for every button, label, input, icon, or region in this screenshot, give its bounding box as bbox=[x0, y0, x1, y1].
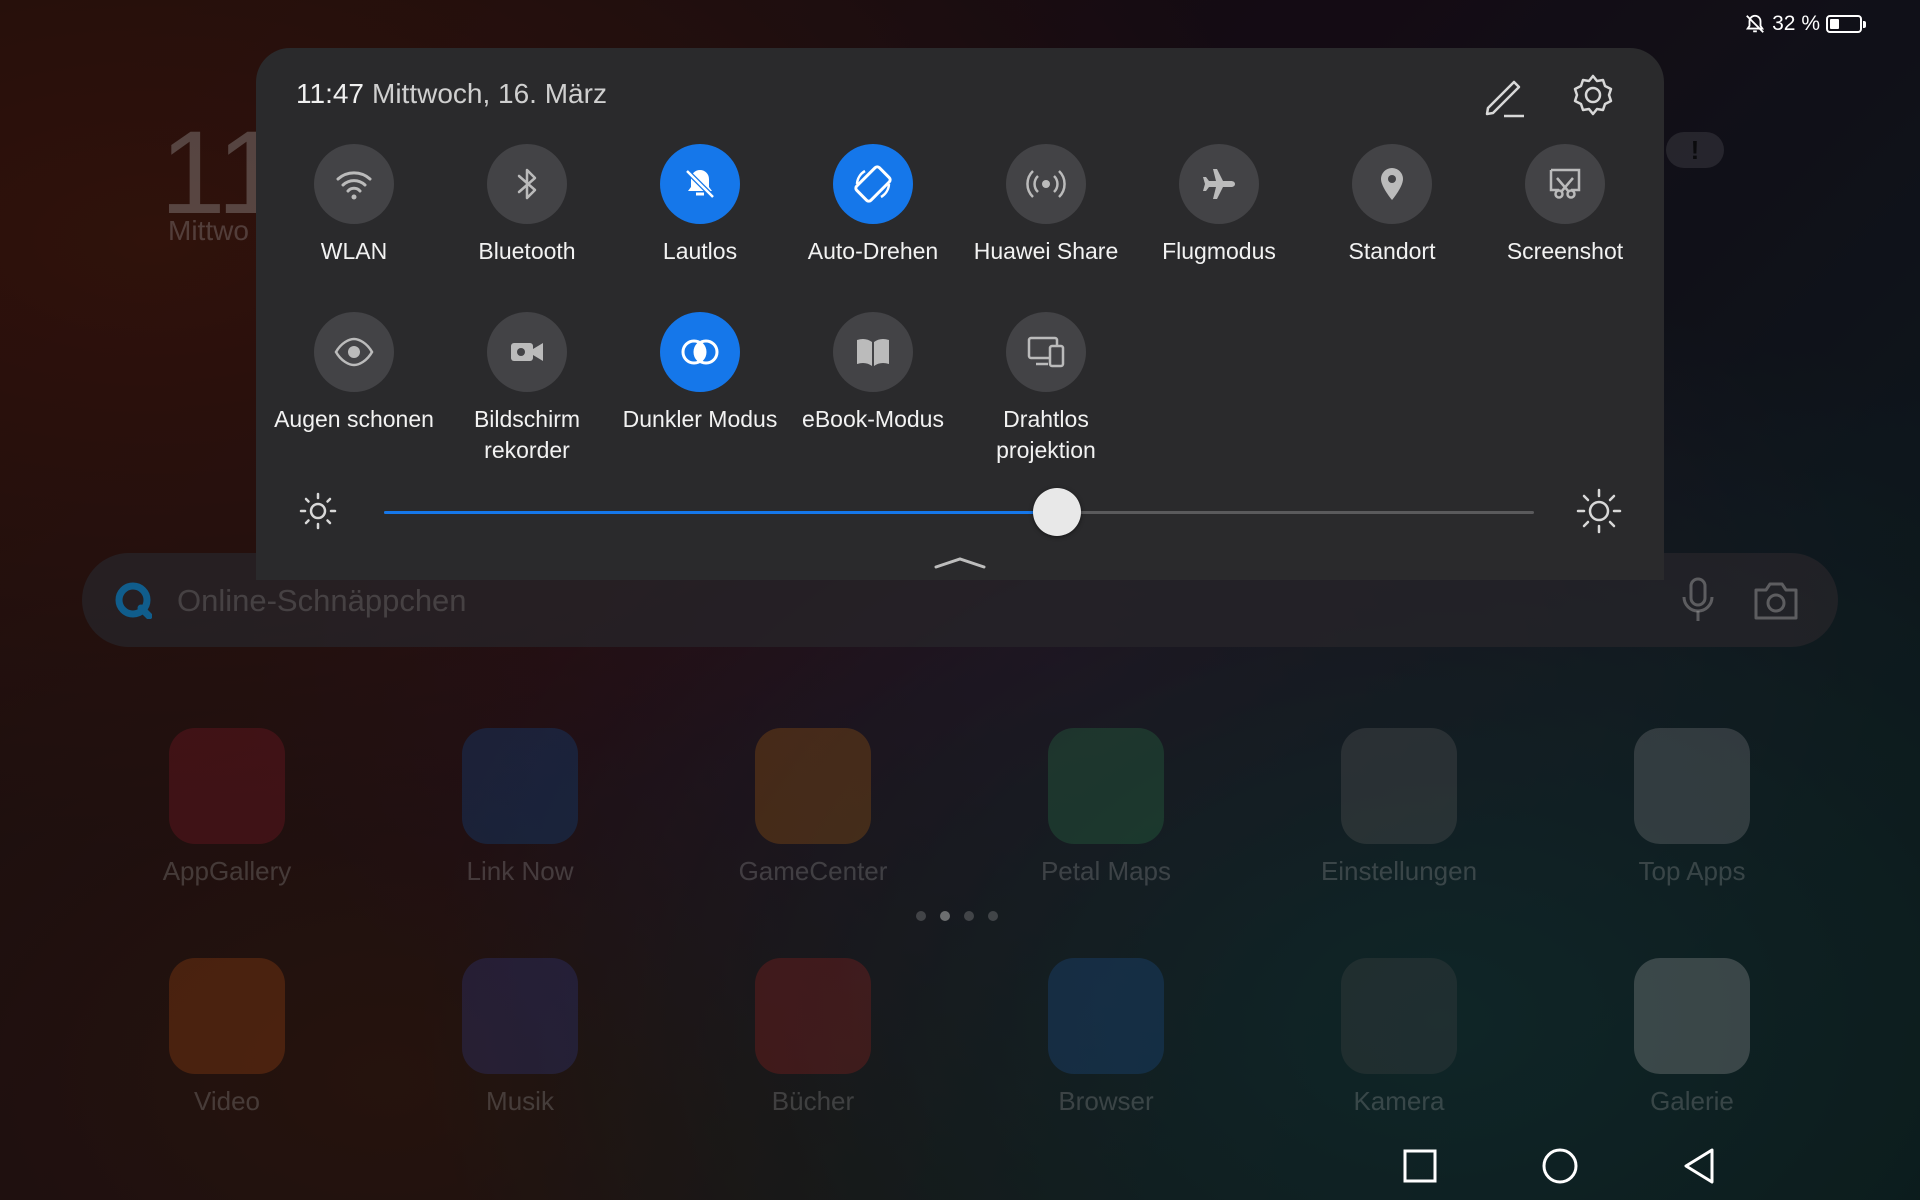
tile-screen-recorder[interactable]: Bildschirm rekorder bbox=[441, 312, 613, 466]
bluetooth-icon[interactable] bbox=[487, 144, 567, 224]
quick-settings-panel: 11:47 Mittwoch, 16. März WLAN Bluetooth Lau… bbox=[256, 48, 1664, 580]
tile-screenshot[interactable]: Screenshot bbox=[1479, 144, 1651, 267]
tile-label: Auto-Drehen bbox=[807, 238, 939, 264]
tile-label: Dunkler Modus bbox=[622, 406, 778, 432]
huawei-share-icon[interactable] bbox=[1006, 144, 1086, 224]
back-triangle-icon[interactable] bbox=[1678, 1144, 1722, 1188]
tile-label: Bluetooth bbox=[478, 238, 576, 264]
tile-wireless-projection[interactable]: Drahtlos projektion bbox=[960, 312, 1132, 466]
tile-label: Flugmodus bbox=[1162, 238, 1276, 264]
tile-label: Huawei Share bbox=[973, 238, 1119, 264]
wireless-projection-icon[interactable] bbox=[1006, 312, 1086, 392]
status-bar: 32 % bbox=[1744, 12, 1866, 36]
tile-label: eBook-Modus bbox=[802, 406, 944, 432]
tile-wifi[interactable]: WLAN bbox=[268, 144, 440, 267]
tile-bluetooth[interactable]: Bluetooth bbox=[441, 144, 613, 267]
brightness-slider-fill bbox=[384, 511, 1057, 514]
tile-label: Screenshot bbox=[1506, 238, 1624, 264]
brightness-slider-thumb[interactable] bbox=[1032, 488, 1081, 536]
tile-dark-mode[interactable]: Dunkler Modus bbox=[614, 312, 786, 435]
tile-bell-off[interactable]: Lautlos bbox=[614, 144, 786, 267]
tile-eye[interactable]: Augen schonen bbox=[268, 312, 440, 435]
panel-time: 11:47 bbox=[296, 78, 364, 109]
airplane-icon[interactable] bbox=[1179, 144, 1259, 224]
screenshot-icon[interactable] bbox=[1525, 144, 1605, 224]
tile-airplane[interactable]: Flugmodus bbox=[1133, 144, 1305, 267]
tile-label: Lautlos bbox=[662, 238, 738, 264]
recents-square-icon[interactable] bbox=[1398, 1144, 1442, 1188]
brightness-high-icon bbox=[1576, 488, 1622, 534]
bell-off-icon bbox=[1746, 14, 1765, 33]
brightness-low-icon bbox=[299, 492, 337, 530]
tile-label: Augen schonen bbox=[274, 406, 434, 432]
panel-datetime: 11:47 Mittwoch, 16. März bbox=[296, 78, 607, 110]
dark-mode-icon[interactable] bbox=[660, 312, 740, 392]
tile-huawei-share[interactable]: Huawei Share bbox=[960, 144, 1132, 267]
bell-off-icon[interactable] bbox=[660, 144, 740, 224]
ebook-icon[interactable] bbox=[833, 312, 913, 392]
brightness-slider[interactable] bbox=[384, 488, 1534, 536]
settings-gear-icon[interactable] bbox=[1570, 72, 1616, 118]
tile-label: WLAN bbox=[320, 238, 388, 264]
home-circle-icon[interactable] bbox=[1538, 1144, 1582, 1188]
screen-recorder-icon[interactable] bbox=[487, 312, 567, 392]
tile-label: Bildschirm rekorder bbox=[473, 406, 581, 463]
auto-rotate-icon[interactable] bbox=[833, 144, 913, 224]
eye-icon[interactable] bbox=[314, 312, 394, 392]
tile-auto-rotate[interactable]: Auto-Drehen bbox=[787, 144, 959, 267]
collapse-handle-icon[interactable] bbox=[934, 556, 986, 570]
edit-pencil-icon[interactable] bbox=[1482, 72, 1526, 118]
tile-ebook[interactable]: eBook-Modus bbox=[787, 312, 959, 435]
battery-icon bbox=[1826, 15, 1866, 33]
panel-date: Mittwoch, 16. März bbox=[372, 78, 607, 109]
tile-label: Standort bbox=[1348, 238, 1436, 264]
location-pin-icon[interactable] bbox=[1352, 144, 1432, 224]
wifi-icon[interactable] bbox=[314, 144, 394, 224]
battery-percent: 32 % bbox=[1772, 12, 1820, 35]
tile-label: Drahtlos projektion bbox=[996, 406, 1096, 463]
tile-location-pin[interactable]: Standort bbox=[1306, 144, 1478, 267]
